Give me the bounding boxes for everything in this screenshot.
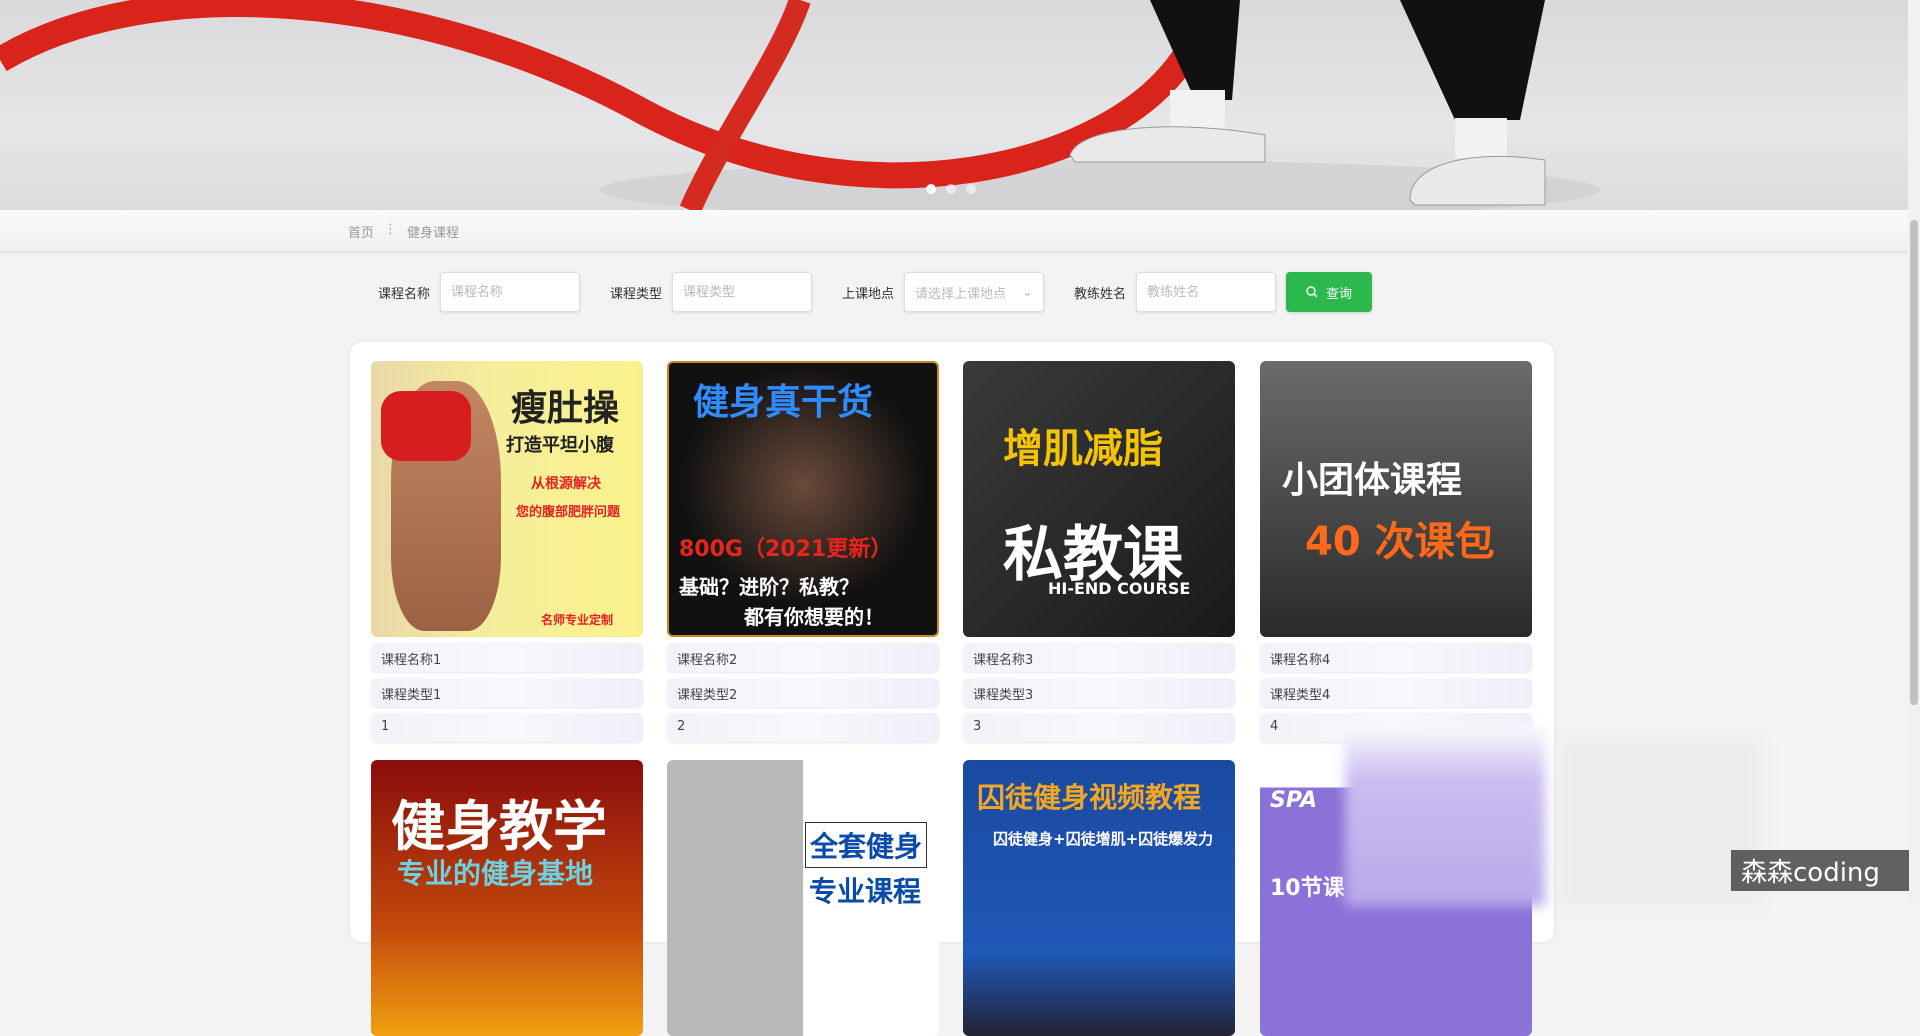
course-value: 3 [963,713,1235,742]
course-card[interactable]: 全套健身 专业课程 [667,760,939,1036]
course-value: 1 [371,713,643,742]
search-form: 课程名称 课程类型 上课地点 请选择上课地点 ⌄ 教练姓名 查询 [378,272,1373,312]
breadcrumb: 首页 ⋮ 健身课程 [348,222,459,241]
course-image[interactable]: 全套健身 专业课程 [667,760,939,1036]
course-type: 课程类型1 [371,678,643,707]
course-type: 课程类型4 [1260,678,1532,707]
course-card[interactable]: 健身真干货 800G（2021更新） 基础？进阶？私教？ 都有你想要的！ 课程名… [667,361,939,742]
location-placeholder: 请选择上课地点 [915,286,1007,302]
blurred-overlay [1560,740,1760,906]
course-card[interactable]: 增肌减脂 私教课 HI-END COURSE 课程名称3 课程类型3 3 [963,361,1235,742]
scrollbar[interactable] [1908,0,1920,906]
breadcrumb-current: 健身课程 [407,226,460,241]
carousel-dot[interactable] [946,184,956,194]
search-button-label: 查询 [1326,285,1353,301]
coach-label: 教练姓名 [1074,286,1127,302]
coach-name-input[interactable] [1136,272,1277,312]
course-image[interactable]: 增肌减脂 私教课 HI-END COURSE [963,361,1235,637]
course-image[interactable]: 健身真干货 800G（2021更新） 基础？进阶？私教？ 都有你想要的！ [667,361,939,637]
course-name: 课程名称1 [371,643,643,672]
course-image[interactable]: 瘦肚操 打造平坦小腹 从根源解决 您的腹部肥胖问题 名师专业定制 [371,361,643,637]
course-name-input[interactable] [440,272,581,312]
course-card[interactable]: 小团体课程 40 次课包 课程名称4 课程类型4 4 [1260,361,1532,742]
breadcrumb-home[interactable]: 首页 [348,222,374,241]
chevron-down-icon: ⌄ [1022,284,1034,300]
course-name: 课程名称3 [963,643,1235,672]
course-card[interactable]: 瘦肚操 打造平坦小腹 从根源解决 您的腹部肥胖问题 名师专业定制 课程名称1 课… [371,361,643,742]
banner-carousel[interactable] [0,0,1908,210]
course-type-input[interactable] [672,272,813,312]
course-card[interactable]: 健身教学 专业的健身基地 [371,760,643,1036]
location-label: 上课地点 [842,286,895,302]
course-image[interactable]: 小团体课程 40 次课包 [1260,361,1532,637]
course-value: 2 [667,713,939,742]
course-image[interactable]: 囚徒健身视频教程 囚徒健身+囚徒增肌+囚徒爆发力 [963,760,1235,1036]
location-select[interactable]: 请选择上课地点 ⌄ [904,272,1045,312]
course-type: 课程类型3 [963,678,1235,707]
course-type-label: 课程类型 [610,286,663,302]
course-card[interactable]: 囚徒健身视频教程 囚徒健身+囚徒增肌+囚徒爆发力 [963,760,1235,1036]
carousel-dot[interactable] [926,184,936,194]
search-icon [1306,286,1318,298]
course-name: 课程名称2 [667,643,939,672]
breadcrumb-bar: 首页 ⋮ 健身课程 [0,210,1908,252]
carousel-dot[interactable] [966,184,976,194]
course-name: 课程名称4 [1260,643,1532,672]
search-button[interactable]: 查询 [1286,272,1373,312]
course-type: 课程类型2 [667,678,939,707]
watermark: 森森coding [1731,850,1909,891]
blurred-overlay [1345,725,1545,906]
course-name-label: 课程名称 [378,286,431,302]
course-image[interactable]: 健身教学 专业的健身基地 [371,760,643,1036]
banner-image [0,0,1600,210]
scrollbar-thumb[interactable] [1910,220,1918,705]
breadcrumb-separator: ⋮ [384,222,398,237]
carousel-dots [926,184,976,194]
